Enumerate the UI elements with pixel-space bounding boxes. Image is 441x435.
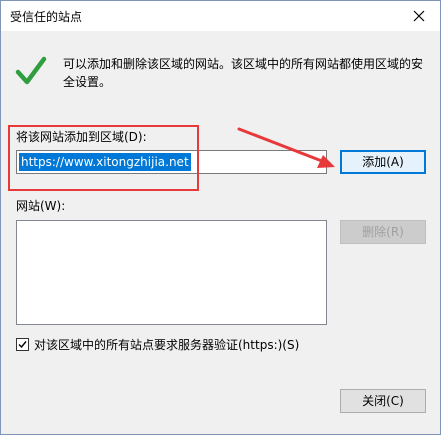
close-icon — [413, 10, 425, 22]
require-https-option[interactable]: 对该区域中的所有站点要求服务器验证(https:)(S) — [16, 336, 299, 353]
checkbox-check-icon — [18, 341, 27, 349]
checkmark-icon — [15, 56, 47, 85]
title-bar: 受信任的站点 — [1, 1, 440, 31]
add-website-label: 将该网站添加到区域(D): — [16, 130, 147, 144]
website-url-input[interactable] — [16, 150, 327, 174]
dialog-body: 可以添加和删除该区域的网站。该区域中的所有网站都使用区域的安全设置。 将该网站添… — [1, 31, 440, 434]
trusted-sites-dialog: 受信任的站点 可以添加和删除该区域的网站。该区域中的所有网站都使用区域的安全设置… — [0, 0, 441, 435]
require-https-checkbox[interactable] — [16, 338, 29, 351]
remove-button[interactable]: 删除(R) — [340, 220, 426, 244]
zone-info-text: 可以添加和删除该区域的网站。该区域中的所有网站都使用区域的安全设置。 — [63, 57, 424, 89]
close-button[interactable]: 关闭(C) — [340, 389, 426, 413]
window-close-button[interactable] — [404, 4, 434, 28]
add-button[interactable]: 添加(A) — [340, 150, 426, 174]
require-https-label: 对该区域中的所有站点要求服务器验证(https:)(S) — [34, 338, 300, 352]
websites-label: 网站(W): — [16, 199, 66, 213]
websites-list[interactable] — [16, 220, 327, 325]
window-title: 受信任的站点 — [10, 10, 83, 24]
